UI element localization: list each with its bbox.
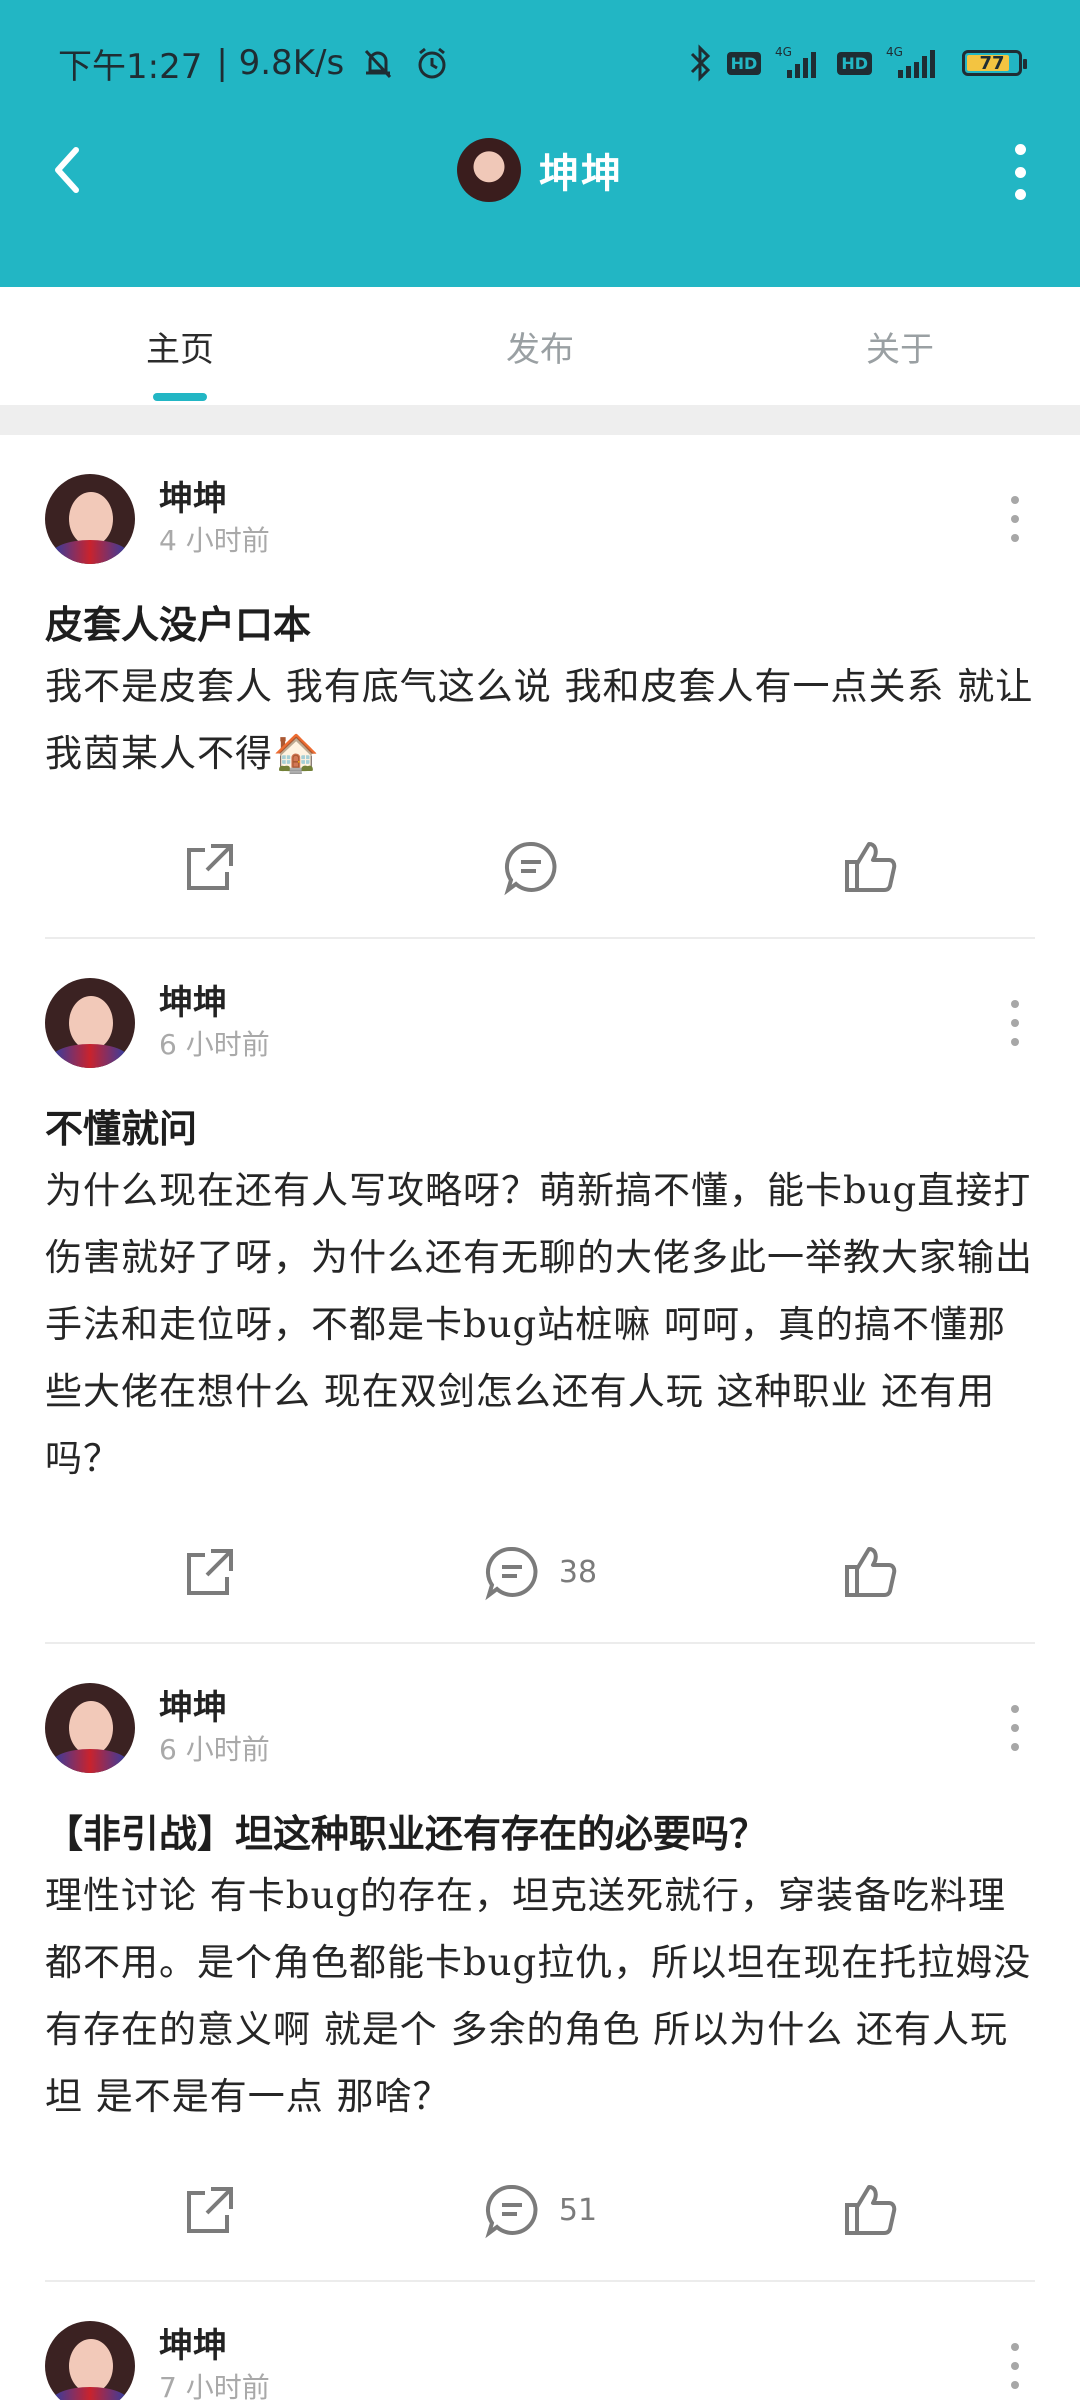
- author-name[interactable]: 坤坤: [159, 981, 270, 1025]
- share-button[interactable]: [45, 1543, 375, 1601]
- hd-badge-2: HD: [837, 51, 872, 75]
- alarm-clock-icon: [412, 43, 452, 83]
- comment-icon: [485, 2184, 538, 2239]
- post-time: 6 小时前: [159, 1028, 270, 1061]
- status-bar: 下午1:27 | 9.8K/s HD 4G HD 4G 77: [58, 38, 1027, 88]
- title-bar: 坤坤: [0, 130, 1080, 210]
- post-feed: 坤坤 4 小时前 皮套人没户口本 我不是皮套人 我有底气这么说 我和皮套人有一点…: [0, 435, 1080, 2400]
- post-card[interactable]: 坤坤 4 小时前 皮套人没户口本 我不是皮套人 我有底气这么说 我和皮套人有一点…: [0, 435, 1080, 939]
- more-dot: [1014, 166, 1026, 178]
- thumbs-up-icon: [845, 842, 897, 892]
- author-name[interactable]: 坤坤: [159, 477, 270, 521]
- author-avatar[interactable]: [45, 978, 135, 1068]
- bluetooth-icon: [687, 44, 713, 82]
- post-time: 4 小时前: [159, 524, 270, 557]
- comment-button[interactable]: 38: [375, 1543, 705, 1601]
- comment-count: 38: [558, 1554, 598, 1590]
- author-avatar[interactable]: [45, 474, 135, 564]
- post-body: 为什么现在还有人写攻略呀？萌新搞不懂，能卡bug直接打伤害就好了呀，为什么还有无…: [45, 1169, 1033, 1480]
- share-button[interactable]: [45, 2181, 375, 2239]
- header-avatar[interactable]: [457, 138, 521, 202]
- signal-icon-2: 4G: [886, 46, 948, 80]
- comment-count: 51: [558, 2192, 598, 2228]
- like-button[interactable]: [705, 1543, 1035, 1601]
- share-button[interactable]: [45, 838, 375, 896]
- status-net-speed: | 9.8K/s: [216, 43, 345, 83]
- post-more-button[interactable]: [1010, 496, 1020, 542]
- post-time: 6 小时前: [159, 1733, 270, 1766]
- author-avatar[interactable]: [45, 1683, 135, 1773]
- post-more-button[interactable]: [1010, 1000, 1020, 1046]
- svg-text:4G: 4G: [886, 46, 903, 59]
- post-actions: [45, 797, 1035, 937]
- post-header: 坤坤 6 小时前: [45, 1644, 1035, 1776]
- author-avatar[interactable]: [45, 2321, 135, 2400]
- post-title: 【非引战】坦这种职业还有存在的必要吗？: [45, 1811, 768, 1856]
- author-name[interactable]: 坤坤: [159, 2324, 270, 2368]
- comment-icon: [504, 841, 557, 896]
- post-title: 皮套人没户口本: [45, 602, 312, 647]
- hd-badge: HD: [726, 51, 762, 75]
- tab-posts[interactable]: 发布: [360, 287, 720, 405]
- mute-bell-icon: [358, 43, 398, 83]
- battery-indicator: 77: [962, 50, 1027, 76]
- post-header: 坤坤 4 小时前: [45, 435, 1035, 567]
- svg-text:4G: 4G: [775, 46, 792, 59]
- title-group: 坤坤: [0, 138, 1080, 202]
- post-body: 理性讨论 有卡bug的存在，坦克送死就行，穿装备吃料理都不用。是个角色都能卡bu…: [45, 1874, 1032, 2118]
- thumbs-up-icon: [845, 1547, 897, 1597]
- post-card[interactable]: 坤坤 6 小时前 【非引战】坦这种职业还有存在的必要吗？ 理性讨论 有卡bug的…: [0, 1644, 1080, 2282]
- more-dot: [1014, 189, 1026, 200]
- comment-button[interactable]: [375, 838, 705, 896]
- section-gap: [0, 405, 1080, 435]
- tab-about[interactable]: 关于: [720, 287, 1080, 405]
- thumbs-up-icon: [845, 2185, 897, 2235]
- post-card[interactable]: 坤坤 6 小时前 不懂就问 为什么现在还有人写攻略呀？萌新搞不懂，能卡bug直接…: [0, 939, 1080, 1644]
- post-time: 7 小时前: [159, 2371, 270, 2400]
- like-button[interactable]: [705, 838, 1035, 896]
- tab-bar: 主页 发布 关于: [0, 287, 1080, 407]
- like-button[interactable]: [705, 2181, 1035, 2239]
- post-header: 坤坤 6 小时前: [45, 939, 1035, 1071]
- battery-level: 77: [979, 52, 1005, 74]
- post-title: 不懂就问: [45, 1106, 198, 1151]
- comment-icon: [485, 1546, 538, 1601]
- signal-icon: 4G: [775, 46, 823, 80]
- share-icon: [187, 1549, 233, 1595]
- post-card[interactable]: 坤坤 7 小时前: [0, 2282, 1080, 2400]
- more-dot: [1014, 144, 1026, 155]
- more-options-button[interactable]: [1008, 144, 1032, 200]
- post-actions: 38: [45, 1502, 1035, 1642]
- page-title: 坤坤: [539, 151, 623, 197]
- share-icon: [187, 844, 233, 890]
- post-more-button[interactable]: [1010, 2343, 1020, 2389]
- comment-button[interactable]: 51: [375, 2181, 705, 2239]
- status-time: 下午1:27: [58, 46, 203, 87]
- app-header: 下午1:27 | 9.8K/s HD 4G HD 4G 77 坤坤: [0, 0, 1080, 287]
- author-name[interactable]: 坤坤: [159, 1686, 270, 1730]
- post-header: 坤坤 7 小时前: [45, 2282, 1035, 2400]
- post-more-button[interactable]: [1010, 1705, 1020, 1751]
- post-actions: 51: [45, 2140, 1035, 2280]
- tab-home[interactable]: 主页: [0, 287, 360, 405]
- share-icon: [187, 2187, 233, 2233]
- post-body: 我不是皮套人 我有底气这么说 我和皮套人有一点关系 就让我茵某人不得🏠: [45, 665, 1034, 775]
